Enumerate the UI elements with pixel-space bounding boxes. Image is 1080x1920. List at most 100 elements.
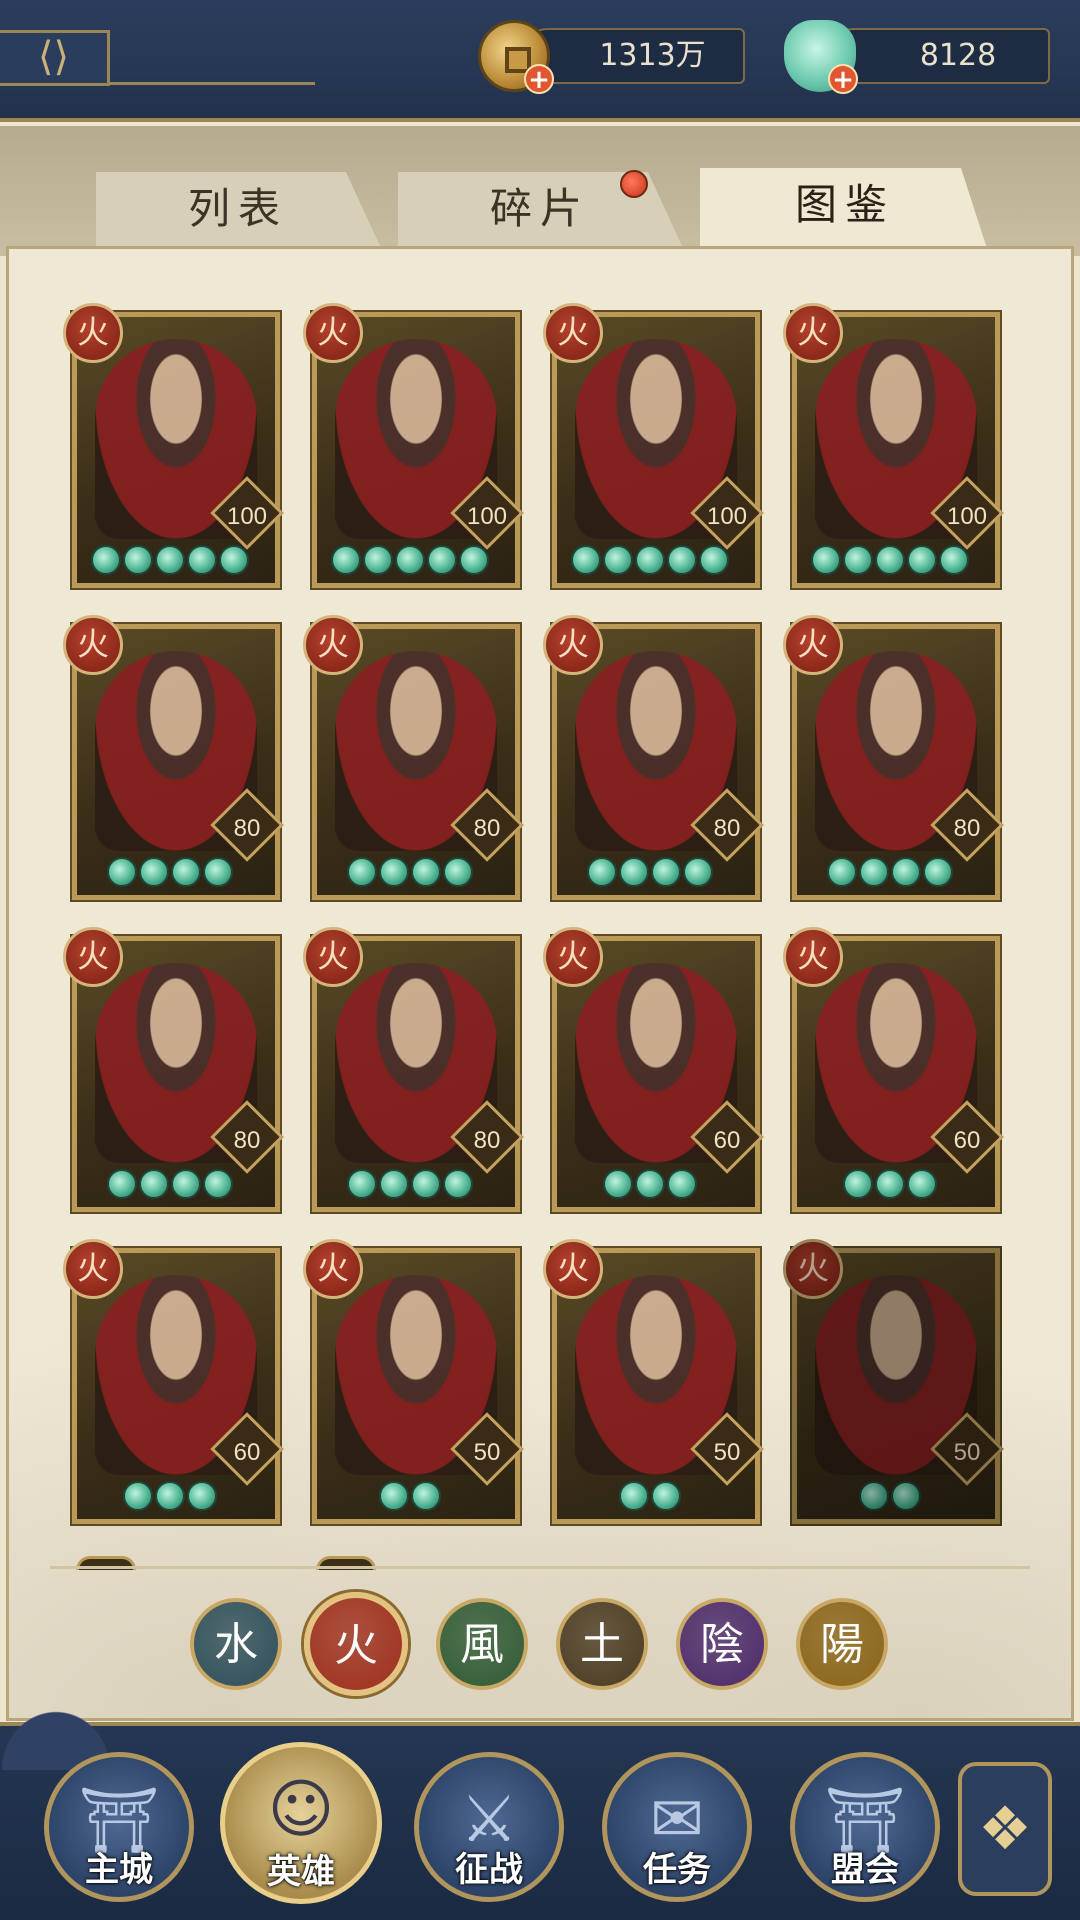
top-bar-divider — [110, 82, 315, 85]
nav-label: 任务 — [643, 1850, 711, 1890]
hero-level: 80 — [473, 815, 501, 842]
back-button[interactable]: ⟨⟩ — [0, 30, 110, 86]
jade-star-icon — [123, 1481, 153, 1511]
jade-star-icon — [443, 1169, 473, 1199]
jade-star-icon — [667, 1169, 697, 1199]
jade-star-icon — [91, 545, 121, 575]
tab-codex[interactable]: 图鉴 — [700, 168, 990, 258]
jade-star-icon — [171, 857, 201, 887]
hero-card[interactable]: 火 100 — [543, 303, 764, 588]
star-rating — [331, 545, 489, 575]
star-rating — [827, 857, 953, 887]
jade-star-icon — [635, 1169, 665, 1199]
nav-item-2[interactable]: ⚔ 征战 — [414, 1752, 564, 1902]
fire-element-icon: 火 — [543, 615, 603, 675]
hero-level: 60 — [713, 1127, 741, 1154]
jade-star-icon — [827, 857, 857, 887]
jade-star-icon — [923, 857, 953, 887]
jade-star-icon — [587, 857, 617, 887]
jade-star-icon — [619, 857, 649, 887]
notification-dot — [620, 170, 648, 198]
nav-label: 英雄 — [267, 1852, 335, 1892]
jade-star-icon — [219, 545, 249, 575]
hero-level: 50 — [953, 1439, 981, 1466]
hero-card[interactable]: 火 100 — [63, 303, 284, 588]
fire-element-icon: 火 — [543, 927, 603, 987]
fire-element-icon: 火 — [63, 927, 123, 987]
jade-star-icon — [155, 1481, 185, 1511]
jade-star-icon — [379, 1169, 409, 1199]
hero-card[interactable]: 火 50 — [303, 1239, 524, 1524]
hero-card[interactable]: 火 80 — [303, 927, 524, 1212]
hero-card[interactable]: 火 60 — [783, 927, 1004, 1212]
nav-label: 盟会 — [831, 1850, 899, 1890]
fire-element-icon: 火 — [783, 1239, 843, 1299]
jade-star-icon — [331, 545, 361, 575]
jade-star-icon — [683, 857, 713, 887]
jade-counter[interactable]: 8128 — [826, 28, 1050, 84]
jade-star-icon — [411, 1169, 441, 1199]
hero-level: 80 — [713, 815, 741, 842]
jade-star-icon — [139, 1169, 169, 1199]
filter-fire-button[interactable]: 火 — [304, 1592, 408, 1696]
hero-card[interactable]: 火 80 — [543, 615, 764, 900]
coin-value: 1313万 — [599, 38, 706, 73]
fire-element-icon: 火 — [303, 927, 363, 987]
hero-card[interactable]: 火 60 — [543, 927, 764, 1212]
star-rating — [603, 1169, 697, 1199]
jade-star-icon — [891, 1481, 921, 1511]
add-jade-button[interactable]: + — [828, 64, 858, 94]
hero-card[interactable]: 火 80 — [63, 615, 284, 900]
hero-card[interactable]: 火 80 — [783, 615, 1004, 900]
filter-wind-button[interactable]: 風 — [436, 1598, 528, 1690]
jade-star-icon — [427, 545, 457, 575]
jade-star-icon — [635, 545, 665, 575]
menu-button[interactable]: ❖ — [958, 1762, 1052, 1896]
filter-earth-button[interactable]: 土 — [556, 1598, 648, 1690]
hero-level: 100 — [706, 503, 748, 530]
fire-element-icon: 火 — [303, 1239, 363, 1299]
star-rating — [347, 857, 473, 887]
jade-value: 8128 — [919, 38, 997, 73]
tab-list-label: 列表 — [187, 184, 288, 233]
hero-card[interactable]: 火 60 — [63, 1239, 284, 1524]
hero-level: 100 — [946, 503, 988, 530]
jade-star-icon — [811, 545, 841, 575]
tab-list[interactable]: 列表 — [96, 172, 380, 246]
tab-fragments-label: 碎片 — [489, 184, 590, 233]
jade-star-icon — [395, 545, 425, 575]
nav-label: 征战 — [455, 1850, 523, 1890]
filter-yang-button[interactable]: 陽 — [796, 1598, 888, 1690]
hero-card[interactable]: 火 50 — [783, 1239, 1004, 1524]
hero-card[interactable]: 火 100 — [303, 303, 524, 588]
nav-item-0[interactable]: ⛩ 主城 — [44, 1752, 194, 1902]
jade-star-icon — [459, 545, 489, 575]
jade-star-icon — [443, 857, 473, 887]
filter-water-button[interactable]: 水 — [190, 1598, 282, 1690]
star-rating — [843, 1169, 937, 1199]
jade-star-icon — [155, 545, 185, 575]
fire-element-icon: 火 — [303, 303, 363, 363]
nav-item-3[interactable]: ✉ 任务 — [602, 1752, 752, 1902]
star-rating — [859, 1481, 921, 1511]
nav-item-1[interactable]: ☺ 英雄 — [220, 1742, 382, 1904]
hero-card[interactable]: 火 80 — [63, 927, 284, 1212]
flower-menu-icon: ❖ — [978, 1794, 1032, 1864]
jade-star-icon — [363, 545, 393, 575]
filter-yin-button[interactable]: 陰 — [676, 1598, 768, 1690]
fire-element-icon: 火 — [783, 303, 843, 363]
jade-star-icon — [571, 545, 601, 575]
hero-card[interactable]: 火 100 — [783, 303, 1004, 588]
star-rating — [811, 545, 969, 575]
star-rating — [347, 1169, 473, 1199]
fire-element-icon: 火 — [543, 303, 603, 363]
hero-grid: 火 100 火 100 火 100 火 100 火 80 火 80 火 80 火 80 火 80 火 80 火 60 火 60… — [63, 303, 1012, 1572]
nav-item-4[interactable]: ⛩ 盟会 — [790, 1752, 940, 1902]
hero-level: 100 — [466, 503, 508, 530]
jade-star-icon — [859, 857, 889, 887]
star-rating — [379, 1481, 441, 1511]
hero-card[interactable]: 火 80 — [303, 615, 524, 900]
add-coin-button[interactable]: + — [524, 64, 554, 94]
jade-star-icon — [907, 545, 937, 575]
hero-card[interactable]: 火 50 — [543, 1239, 764, 1524]
